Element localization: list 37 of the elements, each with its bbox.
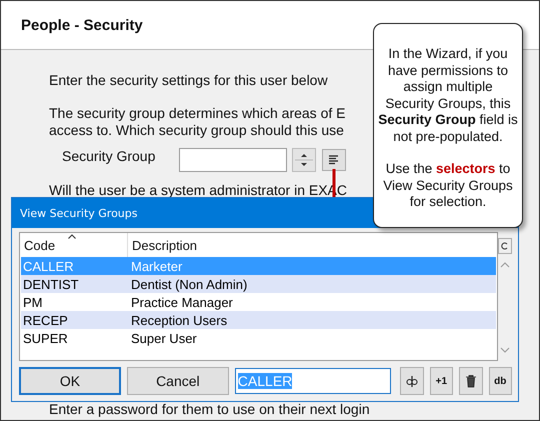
instruction-text: Enter a password for them to use on their next login	[49, 401, 370, 417]
list-row[interactable]: PM Practice Manager	[21, 293, 496, 311]
field-label: Security Group	[61, 148, 156, 164]
selector-button[interactable]	[322, 149, 346, 171]
table-cell-text: CALLER	[22, 258, 75, 274]
description-text: The security group determines which areas of E	[49, 105, 346, 122]
list-row[interactable]: DENTIST Dentist (Non Admin)	[21, 275, 496, 293]
tool-button[interactable]	[459, 367, 483, 395]
table-cell-text: Dentist (Non Admin)	[130, 276, 248, 292]
table-cell-text: Super User	[130, 330, 197, 346]
table-cell-text: PM	[22, 294, 44, 310]
tool-button[interactable]: db	[488, 367, 512, 395]
refresh-icon[interactable]	[498, 238, 512, 254]
table-cell-text: RECEP	[22, 312, 69, 328]
callout-text: In the Wizard, if you have permissions to assign multiple Security Groups, this Security Group field is not pre-populated.	[378, 46, 518, 145]
window-title: People - Security	[21, 16, 143, 34]
ok-button[interactable]: OK	[19, 367, 121, 395]
trash-icon	[464, 374, 478, 388]
table-cell-text: SUPER	[22, 330, 69, 346]
table-cell-text: Marketer	[130, 258, 182, 274]
list-icon	[328, 154, 340, 166]
table-cell-text: Practice Manager	[130, 294, 233, 310]
list-row[interactable]: SUPER Super User	[21, 329, 496, 347]
description-text: access to. Which security group should this use	[49, 122, 344, 139]
callout-text: Use the selectors to View Security Groups for selection.	[382, 161, 514, 210]
table-cell-text: Reception Users	[130, 312, 228, 328]
text-cursor-icon	[404, 374, 419, 388]
instruction-text: Enter the security settings for this user below	[49, 72, 328, 88]
table-cell-text: DENTIST	[22, 276, 80, 292]
list-row[interactable]: RECEP Reception Users	[21, 311, 496, 329]
spinner-control[interactable]	[292, 148, 316, 172]
dialog-title: View Security Groups	[20, 206, 138, 220]
security-group-field[interactable]	[179, 148, 287, 172]
tool-button[interactable]: +1	[430, 367, 454, 395]
cancel-button[interactable]: Cancel	[126, 367, 229, 395]
column-header[interactable]: Description	[128, 233, 198, 257]
tool-button[interactable]	[400, 367, 424, 395]
